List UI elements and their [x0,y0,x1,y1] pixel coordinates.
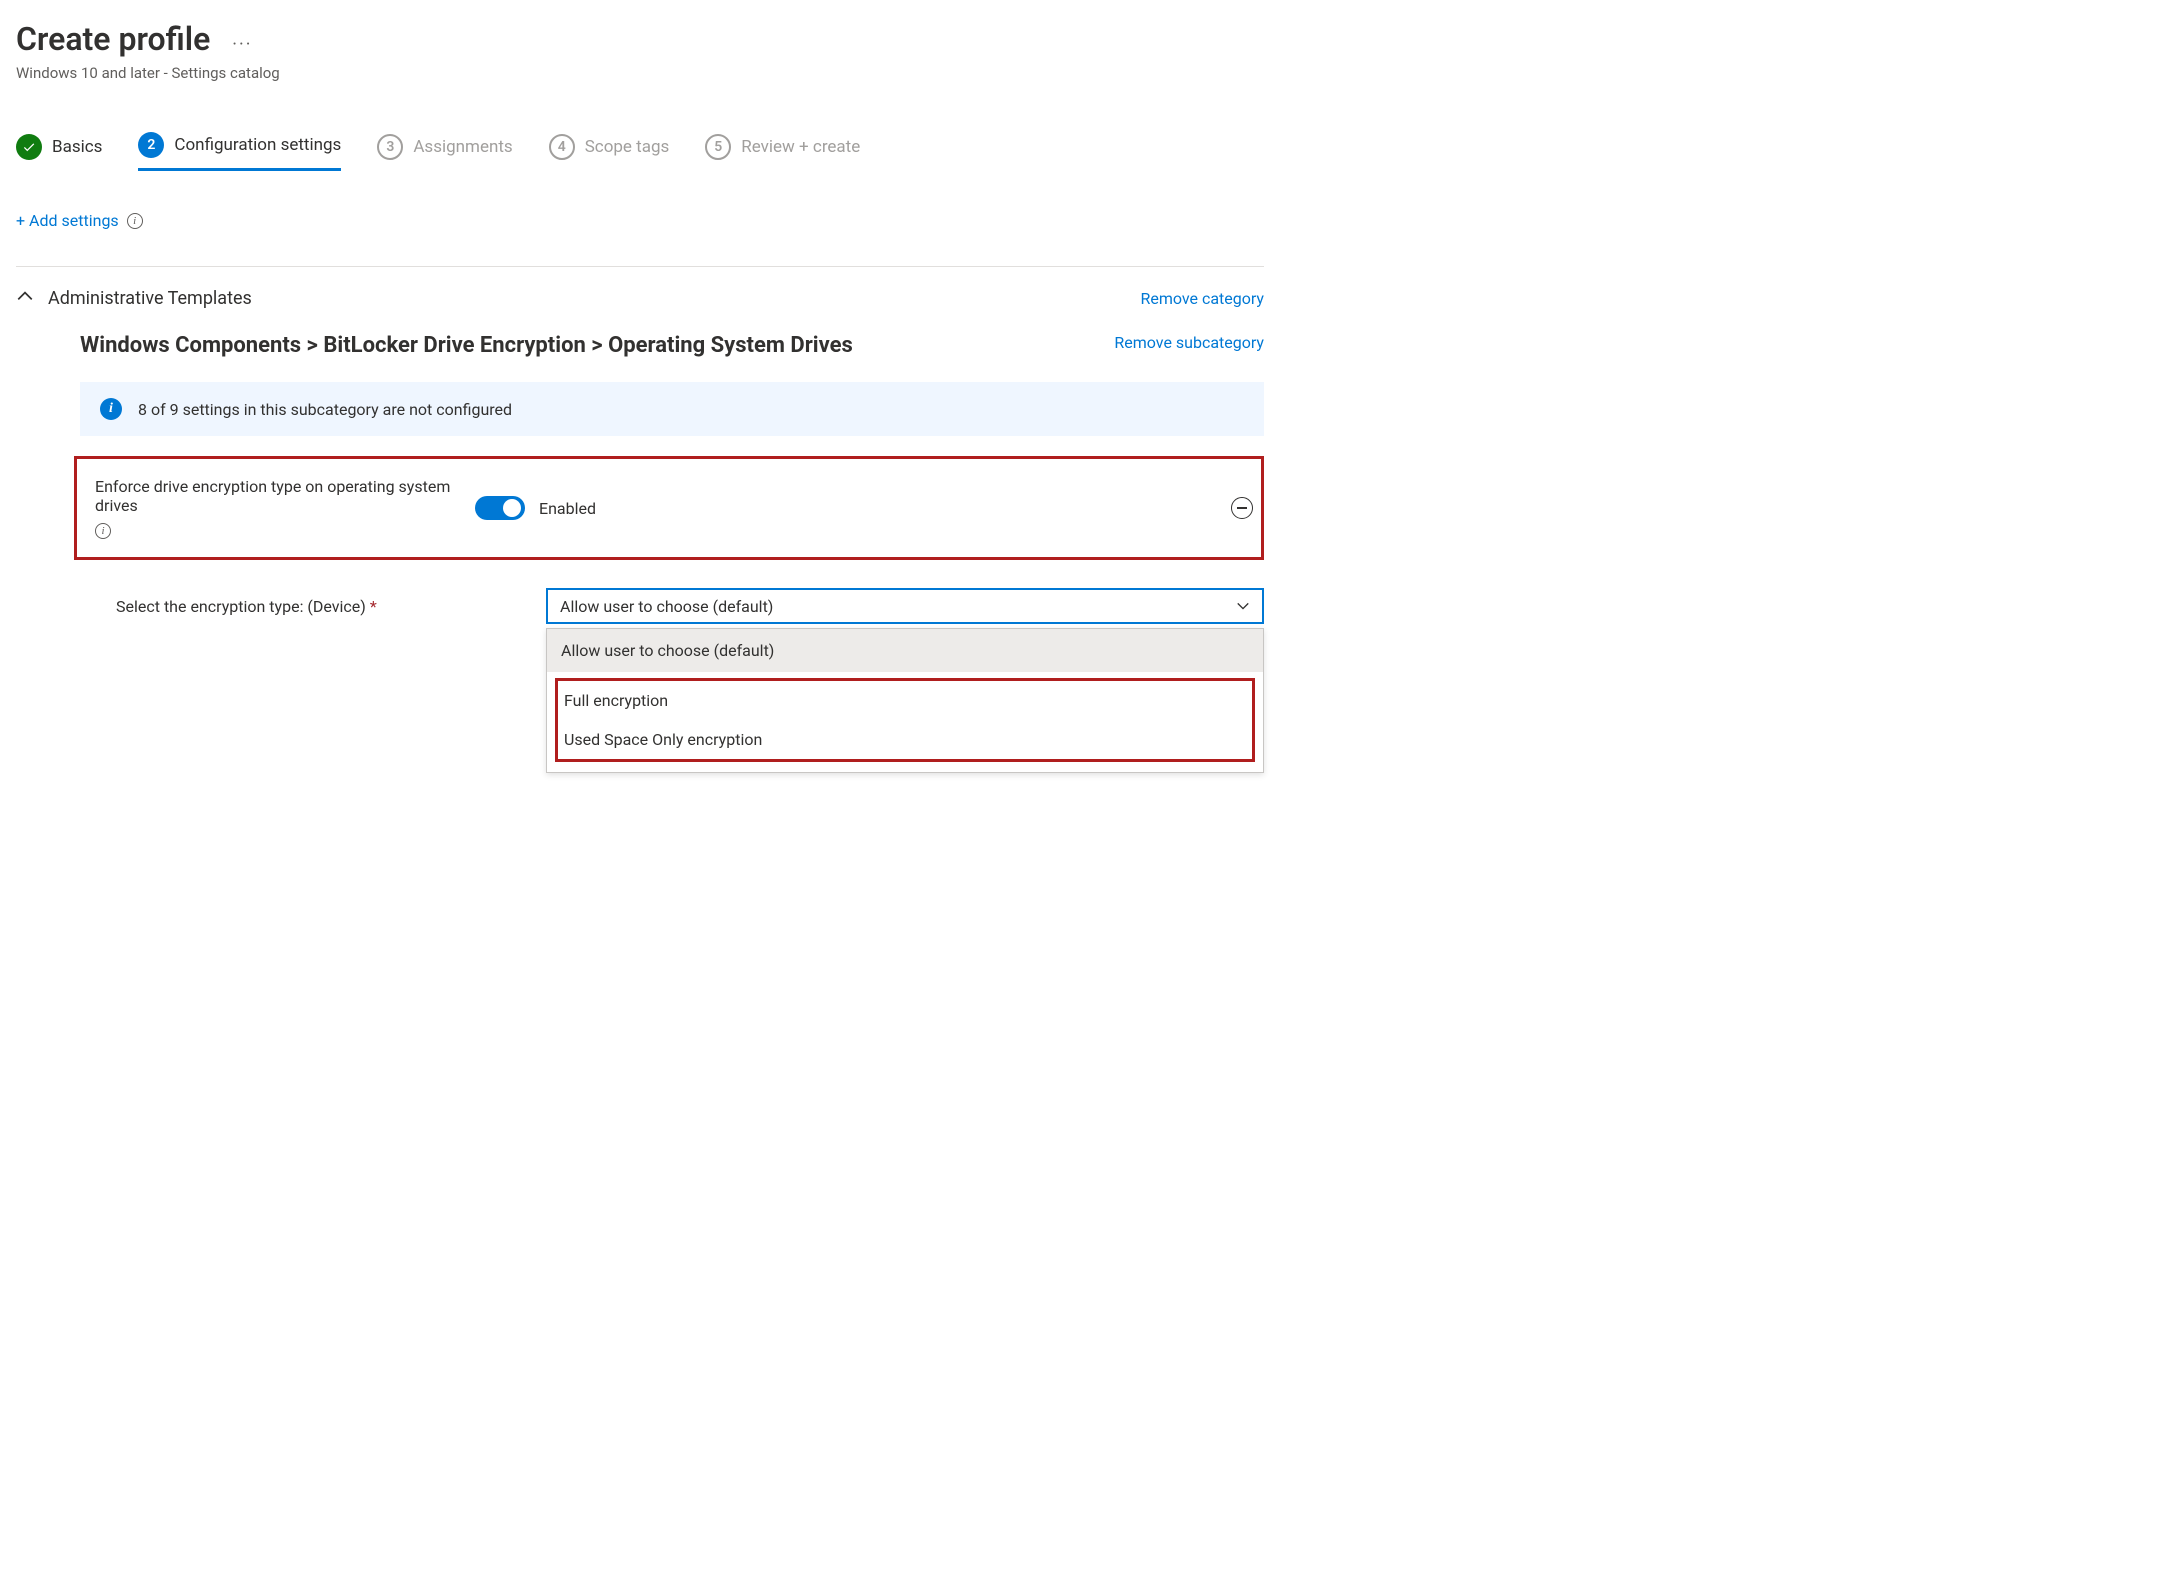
info-banner: i 8 of 9 settings in this subcategory ar… [80,382,1264,436]
step-number-icon: 5 [705,134,731,160]
step-assignments[interactable]: 3 Assignments [377,134,512,170]
step-scope-tags[interactable]: 4 Scope tags [549,134,670,170]
step-label: Assignments [413,137,512,157]
page-subtitle: Windows 10 and later - Settings catalog [16,64,1264,82]
dropdown-option-usedspace[interactable]: Used Space Only encryption [558,720,1252,759]
check-icon [16,134,42,160]
step-configuration-settings[interactable]: 2 Configuration settings [138,132,341,171]
chevron-down-icon [1236,599,1250,613]
minus-icon [1237,507,1247,509]
step-label: Configuration settings [174,135,341,155]
more-menu-icon[interactable]: ··· [232,34,252,55]
toggle-knob [503,499,521,517]
select-value: Allow user to choose (default) [560,597,773,616]
info-icon[interactable]: i [127,213,143,229]
step-number-icon: 4 [549,134,575,160]
setting-enforce-encryption: Enforce drive encryption type on operati… [74,456,1264,560]
highlighted-options: Full encryption Used Space Only encrypti… [555,678,1255,762]
select-label: Select the encryption type: (Device) [116,597,366,616]
toggle-switch[interactable] [475,496,525,520]
toggle-state-label: Enabled [539,499,596,518]
step-number-icon: 3 [377,134,403,160]
step-basics[interactable]: Basics [16,134,102,170]
info-banner-text: 8 of 9 settings in this subcategory are … [138,400,512,419]
required-asterisk: * [370,597,377,616]
step-number-icon: 2 [138,132,164,158]
step-label: Review + create [741,137,860,157]
remove-setting-button[interactable] [1231,497,1253,519]
step-label: Scope tags [585,137,670,157]
category-title: Administrative Templates [48,288,252,309]
dropdown-option-default[interactable]: Allow user to choose (default) [547,629,1263,672]
chevron-up-icon[interactable] [16,287,34,309]
setting-label-text: Enforce drive encryption type on operati… [95,477,455,515]
page-title: Create profile [16,20,210,58]
add-settings-button[interactable]: + Add settings i [16,211,143,230]
info-icon[interactable]: i [95,523,111,539]
info-icon: i [100,398,122,420]
subcategory-title: Windows Components > BitLocker Drive Enc… [80,333,853,358]
step-review-create[interactable]: 5 Review + create [705,134,860,170]
add-settings-label: + Add settings [16,211,119,230]
divider [16,266,1264,267]
step-label: Basics [52,137,102,157]
encryption-type-dropdown: Allow user to choose (default) Full encr… [546,628,1264,773]
remove-subcategory-link[interactable]: Remove subcategory [1114,333,1264,352]
encryption-type-select[interactable]: Allow user to choose (default) [546,588,1264,624]
remove-category-link[interactable]: Remove category [1140,289,1264,308]
wizard-stepper: Basics 2 Configuration settings 3 Assign… [16,132,1264,171]
dropdown-option-full[interactable]: Full encryption [558,681,1252,720]
